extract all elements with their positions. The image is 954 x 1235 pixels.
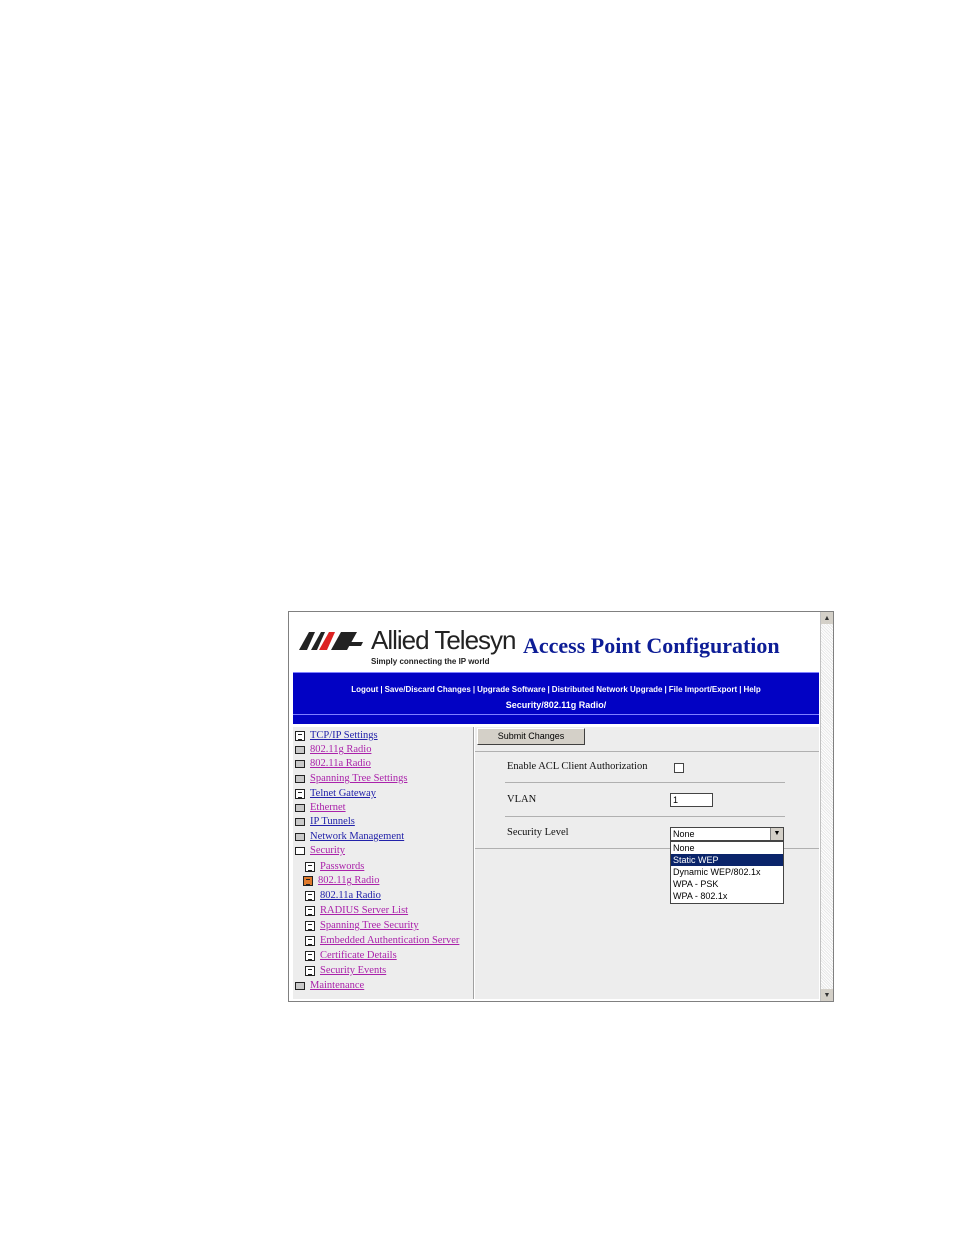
nav-links: Logout | Save/Discard Changes | Upgrade Soft… xyxy=(349,685,762,694)
allied-telesyn-logo: Allied Telesyn Simply connecting the IP … xyxy=(299,625,519,668)
sidebar-item-80211g-radio[interactable]: 802.11g Radio xyxy=(295,744,371,755)
logout-link[interactable]: Logout xyxy=(349,685,380,694)
security-level-value: None xyxy=(673,829,695,839)
sidebar-item-radius-server-list[interactable]: RADIUS Server List xyxy=(305,905,408,916)
sidebar-item-80211a-radio[interactable]: 802.11a Radio xyxy=(295,758,371,769)
breadcrumb: Security/802.11g Radio/ xyxy=(505,700,607,710)
sidebar-item-certificate-details[interactable]: Certificate Details xyxy=(305,950,397,961)
document-icon xyxy=(305,965,315,976)
divider xyxy=(505,816,785,817)
vlan-input[interactable]: 1 xyxy=(670,793,713,807)
save-discard-link[interactable]: Save/Discard Changes xyxy=(383,685,473,694)
folder-icon xyxy=(295,981,305,990)
file-import-export-link[interactable]: File Import/Export xyxy=(667,685,739,694)
sidebar-item-label[interactable]: IP Tunnels xyxy=(310,816,355,827)
sidebar-item-label[interactable]: Telnet Gateway xyxy=(310,788,376,799)
sidebar-item-security-80211a-radio[interactable]: 802.11a Radio xyxy=(305,890,381,901)
folder-icon xyxy=(295,759,305,768)
option-dynamic-wep[interactable]: Dynamic WEP/802.1x xyxy=(671,866,783,878)
folder-icon xyxy=(295,832,305,841)
security-level-dropdown: None Static WEP Dynamic WEP/802.1x WPA -… xyxy=(670,841,784,904)
sidebar-item-tcpip-settings[interactable]: TCP/IP Settings xyxy=(295,730,378,741)
sidebar-item-label[interactable]: Spanning Tree Security xyxy=(320,920,419,931)
top-navigation-bar: Logout | Save/Discard Changes | Upgrade Soft… xyxy=(293,672,819,724)
sidebar-item-spanning-tree-security[interactable]: Spanning Tree Security xyxy=(305,920,419,931)
document-icon xyxy=(305,861,315,872)
folder-icon xyxy=(295,803,305,812)
security-level-label: Security Level xyxy=(507,827,569,838)
folder-open-icon xyxy=(295,846,305,855)
document-icon xyxy=(305,905,315,916)
document-icon xyxy=(305,920,315,931)
sidebar-item-label[interactable]: Security xyxy=(310,845,345,856)
sidebar-item-label[interactable]: Spanning Tree Settings xyxy=(310,773,407,784)
page-content: Allied Telesyn Simply connecting the IP … xyxy=(293,614,819,999)
sidebar-item-label[interactable]: RADIUS Server List xyxy=(320,905,408,916)
sidebar-item-label[interactable]: Security Events xyxy=(320,965,386,976)
sidebar-item-ethernet[interactable]: Ethernet xyxy=(295,802,346,813)
sidebar-item-network-management[interactable]: Network Management xyxy=(295,831,404,842)
sidebar-item-label[interactable]: Maintenance xyxy=(310,980,364,991)
sidebar-item-security-80211g-radio[interactable]: 802.11g Radio xyxy=(303,875,379,886)
security-level-select[interactable]: None ▼ xyxy=(670,827,784,841)
brand-name: Allied Telesyn xyxy=(371,625,517,655)
sidebar-item-label[interactable]: Embedded Authentication Server xyxy=(320,935,459,946)
sidebar-tree: TCP/IP Settings 802.11g Radio 802.11a Ra… xyxy=(293,727,474,999)
chevron-down-icon[interactable]: ▼ xyxy=(770,828,783,840)
scroll-down-icon[interactable]: ▼ xyxy=(821,989,833,1001)
document-icon xyxy=(305,890,315,901)
document-icon xyxy=(295,788,305,799)
upgrade-software-link[interactable]: Upgrade Software xyxy=(475,685,547,694)
logo-mark-icon xyxy=(299,632,363,650)
sidebar-item-ip-tunnels[interactable]: IP Tunnels xyxy=(295,816,355,827)
sidebar-item-spanning-tree-settings[interactable]: Spanning Tree Settings xyxy=(295,773,407,784)
page-title: Access Point Configuration xyxy=(523,633,780,658)
sidebar-item-label[interactable]: Ethernet xyxy=(310,802,346,813)
sidebar-item-label[interactable]: Passwords xyxy=(320,861,364,872)
sidebar-item-security[interactable]: Security xyxy=(295,845,345,856)
folder-icon xyxy=(295,817,305,826)
sidebar-item-label[interactable]: 802.11g Radio xyxy=(318,875,379,886)
browser-frame: Allied Telesyn Simply connecting the IP … xyxy=(288,611,834,1002)
sidebar-item-security-events[interactable]: Security Events xyxy=(305,965,386,976)
sidebar-item-label[interactable]: 802.11a Radio xyxy=(310,758,371,769)
sidebar-item-label[interactable]: TCP/IP Settings xyxy=(310,730,378,741)
divider xyxy=(505,782,785,783)
option-wpa-8021x[interactable]: WPA - 802.1x xyxy=(671,890,783,902)
vertical-scrollbar[interactable]: ▲ ▼ xyxy=(820,612,833,1001)
document-icon xyxy=(305,935,315,946)
document-active-icon xyxy=(303,875,313,886)
sidebar-item-label[interactable]: 802.11g Radio xyxy=(310,744,371,755)
vlan-label: VLAN xyxy=(507,794,537,805)
folder-icon xyxy=(295,745,305,754)
option-none[interactable]: None xyxy=(671,842,783,854)
document-icon xyxy=(295,730,305,741)
option-wpa-psk[interactable]: WPA - PSK xyxy=(671,878,783,890)
scroll-up-icon[interactable]: ▲ xyxy=(821,612,833,624)
sidebar-item-passwords[interactable]: Passwords xyxy=(305,861,364,872)
divider xyxy=(475,751,819,752)
sidebar-item-label[interactable]: Network Management xyxy=(310,831,404,842)
brand-tagline: Simply connecting the IP world xyxy=(371,657,490,666)
distributed-upgrade-link[interactable]: Distributed Network Upgrade xyxy=(550,685,665,694)
sidebar-item-maintenance[interactable]: Maintenance xyxy=(295,980,364,991)
document-icon xyxy=(305,950,315,961)
sidebar-item-label[interactable]: 802.11a Radio xyxy=(320,890,381,901)
acl-checkbox[interactable] xyxy=(674,763,684,773)
sidebar-item-label[interactable]: Certificate Details xyxy=(320,950,397,961)
main-panel: Submit Changes Enable ACL Client Authori… xyxy=(475,727,819,999)
acl-label: Enable ACL Client Authorization xyxy=(507,761,648,772)
help-link[interactable]: Help xyxy=(741,685,762,694)
submit-changes-button[interactable]: Submit Changes xyxy=(477,728,585,745)
option-static-wep[interactable]: Static WEP xyxy=(671,854,783,866)
folder-icon xyxy=(295,774,305,783)
sidebar-item-telnet-gateway[interactable]: Telnet Gateway xyxy=(295,788,376,799)
sidebar-item-embedded-auth-server[interactable]: Embedded Authentication Server xyxy=(305,935,459,946)
